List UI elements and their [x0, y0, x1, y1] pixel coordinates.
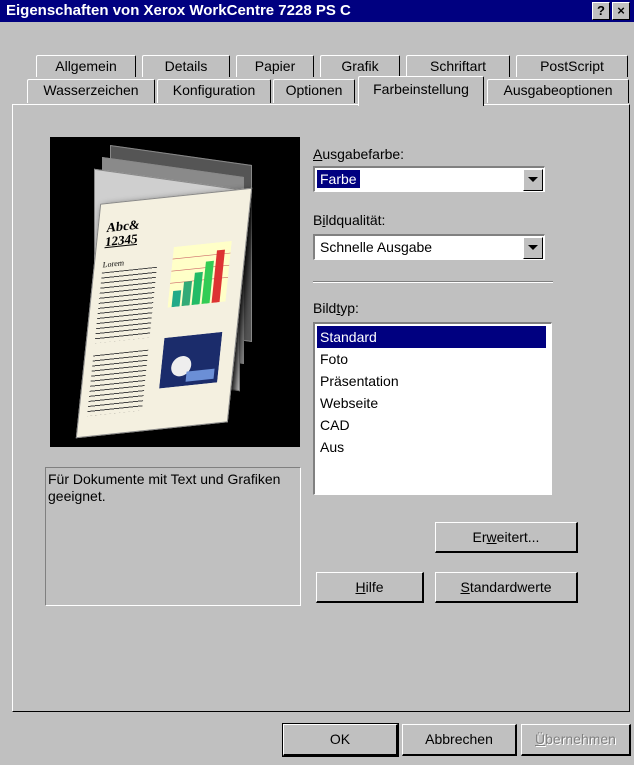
color-preview-image: Abc& 12345 Lorem [50, 137, 300, 447]
preview-bar-chart [167, 240, 232, 308]
tab-ausgabeoptionen[interactable]: Ausgabeoptionen [487, 79, 629, 103]
preview-text-lines-2 [87, 349, 149, 417]
tab-wasserzeichen[interactable]: Wasserzeichen [27, 79, 155, 103]
ausgabefarbe-value: Farbe [316, 169, 361, 189]
bildtyp-item-webseite[interactable]: Webseite [317, 392, 546, 414]
tab-grafik[interactable]: Grafik [320, 55, 400, 77]
chevron-down-icon [528, 177, 538, 182]
window-title: Eigenschaften von Xerox WorkCentre 7228 … [6, 2, 351, 19]
preview-text-3: Lorem [102, 258, 125, 270]
bildtyp-listbox[interactable]: Standard Foto Präsentation Webseite CAD … [313, 322, 552, 495]
tab-details[interactable]: Details [142, 55, 230, 77]
preview-text-lines [94, 266, 157, 344]
uebernehmen-button[interactable]: Übernehmen [521, 724, 631, 756]
bildtyp-item-aus[interactable]: Aus [317, 436, 546, 458]
bildtyp-item-praesentation[interactable]: Präsentation [317, 370, 546, 392]
close-title-button[interactable]: × [612, 2, 630, 20]
tab-konfiguration[interactable]: Konfiguration [157, 79, 271, 103]
tab-postscript[interactable]: PostScript [516, 55, 628, 77]
bildtyp-item-standard[interactable]: Standard [317, 326, 546, 348]
bildqualitaet-dropdown[interactable]: Schnelle Ausgabe [313, 234, 545, 260]
chevron-down-icon [528, 245, 538, 250]
description-box: Für Dokumente mit Text und Grafiken geei… [45, 467, 301, 606]
standardwerte-button[interactable]: Standardwerte [435, 572, 578, 603]
tab-schriftart[interactable]: Schriftart [406, 55, 510, 77]
bildtyp-item-cad[interactable]: CAD [317, 414, 546, 436]
bildqualitaet-label: Bildqualität: [313, 212, 386, 228]
ausgabefarbe-dropdown[interactable]: Farbe [313, 166, 545, 192]
bildtyp-label: Bildtyp: [313, 300, 359, 316]
erweitert-button[interactable]: Erweitert... [435, 522, 578, 553]
tab-papier[interactable]: Papier [236, 55, 314, 77]
tab-farbeinstellung[interactable]: Farbeinstellung [358, 76, 484, 106]
help-title-button[interactable]: ? [592, 2, 610, 20]
tab-allgemein[interactable]: Allgemein [36, 55, 136, 77]
preview-photo [159, 331, 223, 389]
preview-text-2: 12345 [104, 230, 139, 250]
ok-button[interactable]: OK [282, 723, 399, 757]
ausgabefarbe-dropdown-button[interactable] [523, 169, 543, 191]
hilfe-button[interactable]: Hilfe [316, 572, 424, 603]
bildqualitaet-dropdown-button[interactable] [523, 237, 543, 259]
ausgabefarbe-label: Ausgabefarbe: [313, 146, 405, 162]
abbrechen-button[interactable]: Abbrechen [402, 724, 517, 756]
bildqualitaet-value: Schnelle Ausgabe [320, 239, 433, 255]
bildtyp-item-foto[interactable]: Foto [317, 348, 546, 370]
divider [313, 281, 553, 283]
tab-optionen[interactable]: Optionen [273, 79, 355, 103]
